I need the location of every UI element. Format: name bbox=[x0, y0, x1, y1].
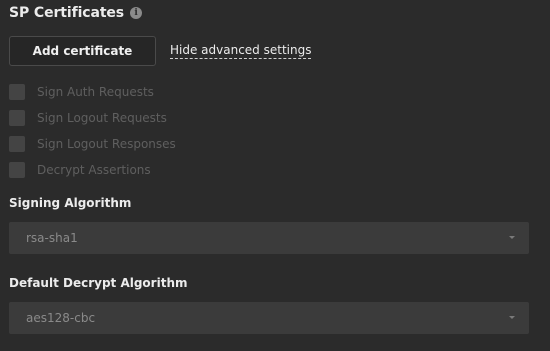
signing-algorithm-select[interactable]: rsa-sha1 bbox=[9, 222, 529, 254]
chevron-down-icon bbox=[509, 236, 515, 239]
checkbox[interactable] bbox=[9, 136, 25, 152]
checkbox[interactable] bbox=[9, 110, 25, 126]
signing-algorithm-value: rsa-sha1 bbox=[26, 231, 78, 245]
checkbox[interactable] bbox=[9, 162, 25, 178]
checkbox-label: Sign Auth Requests bbox=[37, 85, 154, 99]
decrypt-algorithm-label: Default Decrypt Algorithm bbox=[9, 276, 188, 290]
checkbox[interactable] bbox=[9, 84, 25, 100]
section-title: SP Certificates bbox=[9, 5, 125, 21]
section-header: SP Certificates i bbox=[9, 5, 143, 21]
option-sign-auth-requests[interactable]: Sign Auth Requests bbox=[9, 84, 154, 100]
option-sign-logout-responses[interactable]: Sign Logout Responses bbox=[9, 136, 176, 152]
option-decrypt-assertions[interactable]: Decrypt Assertions bbox=[9, 162, 151, 178]
info-icon[interactable]: i bbox=[130, 7, 143, 19]
decrypt-algorithm-select[interactable]: aes128-cbc bbox=[9, 302, 529, 334]
checkbox-label: Decrypt Assertions bbox=[37, 163, 151, 177]
option-sign-logout-requests[interactable]: Sign Logout Requests bbox=[9, 110, 167, 126]
hide-advanced-settings-link[interactable]: Hide advanced settings bbox=[170, 43, 312, 59]
checkbox-label: Sign Logout Responses bbox=[37, 137, 176, 151]
signing-algorithm-label: Signing Algorithm bbox=[9, 196, 132, 210]
decrypt-algorithm-value: aes128-cbc bbox=[26, 311, 96, 325]
add-certificate-button[interactable]: Add certificate bbox=[9, 36, 156, 66]
checkbox-label: Sign Logout Requests bbox=[37, 111, 167, 125]
chevron-down-icon bbox=[509, 316, 515, 319]
